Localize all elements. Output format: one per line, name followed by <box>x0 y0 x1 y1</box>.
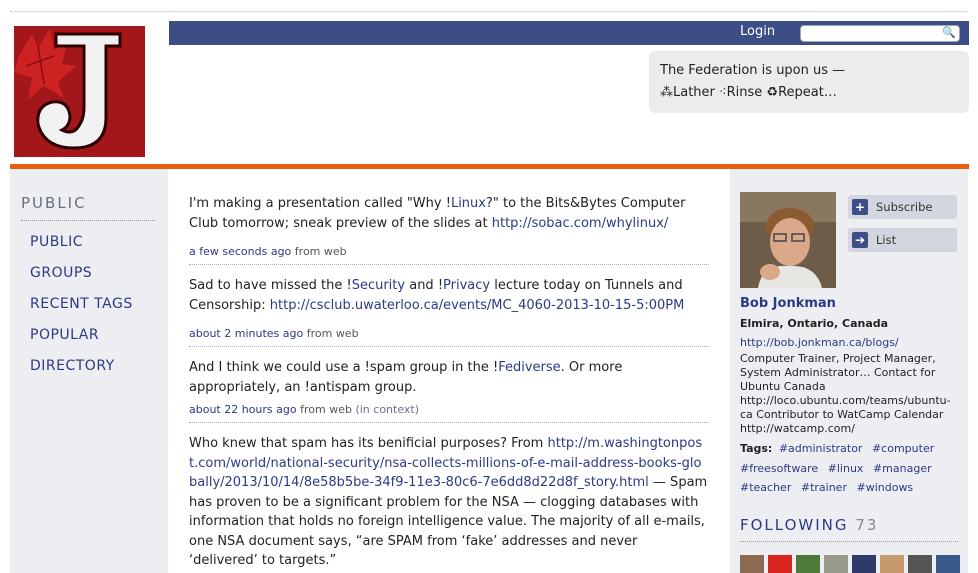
site-notice-line1: The Federation is upon us — <box>660 63 846 78</box>
notice-url-link[interactable]: http://sobac.com/whylinux/ <box>492 216 669 231</box>
following-avatar[interactable] <box>880 555 904 573</box>
sidebar-heading: PUBLIC <box>21 194 87 212</box>
notice-text: And I think we could use a !spam group i… <box>189 360 623 395</box>
plus-icon: + <box>852 199 868 215</box>
notice-meta: about 22 hours ago from web (in context) <box>189 403 420 416</box>
nav-item-directory[interactable]: DIRECTORY <box>30 358 115 374</box>
profile-name[interactable]: Bob Jonkman <box>740 296 836 311</box>
list-button[interactable]: ➔ List <box>848 228 957 252</box>
in-context-link[interactable]: (in context) <box>355 403 419 416</box>
notice-text: I'm making a presentation called "Why !L… <box>189 196 686 231</box>
search-box[interactable]: 🔍 <box>800 25 960 45</box>
profile-tags: Tags: #administrator #computer #freesoft… <box>740 439 962 498</box>
login-link[interactable]: Login <box>740 24 775 39</box>
notice-divider <box>189 422 709 423</box>
sidebar-divider <box>21 220 155 221</box>
following-avatar[interactable] <box>936 555 960 573</box>
group-link[interactable]: Privacy <box>443 278 490 293</box>
top-dotted-divider <box>10 11 968 12</box>
tags-label: Tags: <box>740 442 773 455</box>
nav-item-public[interactable]: PUBLIC <box>30 234 83 250</box>
search-input[interactable] <box>801 30 945 45</box>
subscribe-button[interactable]: + Subscribe <box>848 195 957 219</box>
profile-bio: Computer Trainer, Project Manager, Syste… <box>740 352 951 435</box>
profile-sidebar: + Subscribe ➔ List Bob Jonkman Elmira, O… <box>730 169 968 573</box>
following-avatar[interactable] <box>768 555 792 573</box>
tag-link[interactable]: #administrator <box>779 442 863 455</box>
profile-location: Elmira, Ontario, Canada <box>740 317 889 330</box>
following-heading[interactable]: FOLLOWING 73 <box>740 516 878 534</box>
tag-link[interactable]: #linux <box>828 462 864 475</box>
arrow-right-icon: ➔ <box>852 232 868 248</box>
following-avatar[interactable] <box>740 555 764 573</box>
following-count: 73 <box>855 516 879 534</box>
notice-text: Who knew that spam has its benificial pu… <box>189 436 708 568</box>
following-divider <box>740 541 958 542</box>
notice-divider <box>189 346 709 347</box>
user-photo-icon <box>740 192 836 288</box>
site-notice-line2: ⁂Lather ⁖Rinse ♻Repeat… <box>660 85 837 100</box>
notice-timestamp[interactable]: about 2 minutes ago <box>189 327 303 340</box>
notice-text: Sad to have missed the !Security and !Pr… <box>189 278 685 313</box>
search-icon[interactable]: 🔍 <box>942 26 956 39</box>
maple-leaf-j-logo-icon <box>14 26 145 157</box>
following-avatar[interactable] <box>852 555 876 573</box>
profile-avatar[interactable] <box>740 192 836 288</box>
left-sidebar: PUBLIC PUBLIC GROUPS RECENT TAGS POPULAR… <box>10 169 168 573</box>
notice-meta: about 2 minutes ago from web <box>189 327 359 340</box>
notice-timestamp[interactable]: a few seconds ago <box>189 245 291 258</box>
nav-item-groups[interactable]: GROUPS <box>30 265 92 281</box>
tag-link[interactable]: #freesoftware <box>740 462 818 475</box>
following-avatar[interactable] <box>796 555 820 573</box>
group-link[interactable]: Fediverse <box>498 360 560 375</box>
site-notice: The Federation is upon us — ⁂Lather ⁖Rin… <box>649 51 969 113</box>
notice-url-link[interactable]: http://csclub.uwaterloo.ca/events/MC_406… <box>270 298 685 313</box>
notice-timeline: I'm making a presentation called "Why !L… <box>169 169 730 573</box>
following-avatar[interactable] <box>824 555 848 573</box>
notice-divider <box>189 264 709 265</box>
nav-item-popular[interactable]: POPULAR <box>30 327 99 343</box>
tag-link[interactable]: #windows <box>856 481 913 494</box>
group-link[interactable]: Security <box>352 278 405 293</box>
group-link[interactable]: Linux <box>451 196 486 211</box>
nav-item-recent-tags[interactable]: RECENT TAGS <box>30 296 133 312</box>
site-logo[interactable] <box>14 26 145 157</box>
tag-link[interactable]: #trainer <box>801 481 847 494</box>
tag-link[interactable]: #computer <box>872 442 934 455</box>
profile-homepage-link[interactable]: http://bob.jonkman.ca/blogs/ <box>740 336 899 349</box>
tag-link[interactable]: #manager <box>873 462 932 475</box>
tag-link[interactable]: #teacher <box>740 481 791 494</box>
following-avatar[interactable] <box>908 555 932 573</box>
notice-meta: a few seconds ago from web <box>189 245 347 258</box>
notice-timestamp[interactable]: about 22 hours ago <box>189 403 297 416</box>
